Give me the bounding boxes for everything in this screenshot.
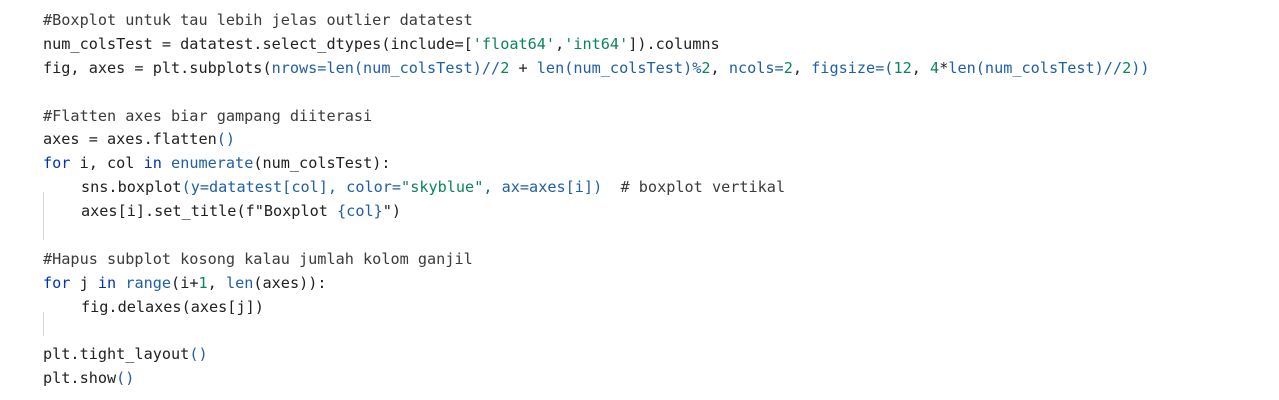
code-token: fig, axes = plt.subplots( xyxy=(43,58,272,77)
code-token: axes = axes.flatten xyxy=(43,130,217,149)
code-token: 2 xyxy=(500,58,510,77)
code-token: enumerate xyxy=(171,154,254,173)
code-line: #Hapus subplot kosong kalau jumlah kolom… xyxy=(43,248,1150,272)
code-token: #Flatten axes biar gampang diiterasi xyxy=(43,106,373,125)
code-token: 1 xyxy=(198,273,208,292)
code-token: 12 xyxy=(893,58,912,77)
code-token: ncols= xyxy=(728,58,784,77)
code-token: (y=datatest[col], color= xyxy=(181,178,402,197)
code-token: () xyxy=(116,369,135,388)
code-token: for xyxy=(43,273,71,292)
code-line: fig, axes = plt.subplots(nrows=len(num_c… xyxy=(43,57,1150,81)
code-line: for j in range(i+1, len(axes)): xyxy=(43,272,1150,296)
code-token: fig.delaxes(axes[j]) xyxy=(81,297,264,316)
code-token: , xyxy=(710,58,729,77)
code-token: , xyxy=(911,58,931,77)
code-token: sns.boxplot xyxy=(81,178,182,197)
code-token: for xyxy=(43,154,71,173)
code-token: , ax=axes[i]) xyxy=(483,178,603,197)
code-line: plt.tight_layout() xyxy=(43,343,1150,367)
code-token: #Hapus subplot kosong kalau jumlah kolom… xyxy=(43,249,473,268)
code-line: sns.boxplot(y=datatest[col], color="skyb… xyxy=(43,176,1150,217)
code-token: num_colsTest = datatest.select_dtypes(in… xyxy=(43,34,473,53)
code-token: in xyxy=(143,154,162,173)
code-token: plt.tight_layout xyxy=(43,345,190,364)
code-token: nrows=len(num_colsTest)// xyxy=(271,58,501,77)
code-token: )) xyxy=(1131,58,1150,77)
code-line: #Flatten axes biar gampang diiterasi xyxy=(43,105,1150,129)
code-block[interactable]: #Boxplot untuk tau lebih jelas outlier d… xyxy=(43,9,1150,391)
code-token: 2 xyxy=(1122,58,1132,77)
code-token: (axes)): xyxy=(253,273,327,292)
code-token: ]).columns xyxy=(628,34,720,53)
code-line: num_colsTest = datatest.select_dtypes(in… xyxy=(43,33,1150,57)
code-token: len(num_colsTest)% xyxy=(536,58,702,77)
code-line: axes[i].set_title(f"Boxplot {col}") xyxy=(43,200,1150,241)
code-token: range xyxy=(125,273,172,292)
code-token: in xyxy=(97,273,117,292)
code-token: (num_colsTest): xyxy=(253,154,391,173)
code-token: i, col xyxy=(70,154,144,173)
code-token: () xyxy=(189,345,208,364)
code-token: + xyxy=(509,58,537,77)
code-line: #Boxplot untuk tau lebih jelas outlier d… xyxy=(43,9,1150,33)
code-token: * xyxy=(939,58,949,77)
code-token: , xyxy=(792,58,812,77)
code-token: 'int64' xyxy=(564,34,629,53)
code-editor[interactable]: #Boxplot untuk tau lebih jelas outlier d… xyxy=(0,0,1279,400)
code-token: () xyxy=(216,130,236,149)
code-token: # boxplot vertikal xyxy=(602,178,786,197)
code-token: len xyxy=(225,273,254,292)
code-line: fig.delaxes(axes[j]) xyxy=(43,296,1150,336)
code-token: , xyxy=(555,34,565,53)
code-token: j xyxy=(70,273,98,292)
code-token: {col} xyxy=(337,202,383,221)
code-token: 'float64' xyxy=(472,34,556,53)
code-token: , xyxy=(207,273,226,292)
code-token: axes[i].set_title(f"Boxplot xyxy=(81,202,338,221)
code-token: plt.show xyxy=(43,369,117,388)
code-token: 2 xyxy=(701,58,711,77)
code-token: #Boxplot untuk tau lebih jelas outlier d… xyxy=(43,11,473,29)
code-line: axes = axes.flatten() xyxy=(43,128,1150,152)
code-token: ") xyxy=(382,202,402,221)
code-line: plt.show() xyxy=(43,367,1150,391)
code-token: len(num_colsTest)// xyxy=(948,58,1123,77)
code-line: for i, col in enumerate(num_colsTest): xyxy=(43,152,1150,176)
code-token: figsize=( xyxy=(811,58,894,77)
code-token: 2 xyxy=(783,58,793,77)
code-token: 4 xyxy=(930,58,940,77)
code-token: (i+ xyxy=(171,273,199,292)
code-token: "skyblue" xyxy=(401,178,484,197)
